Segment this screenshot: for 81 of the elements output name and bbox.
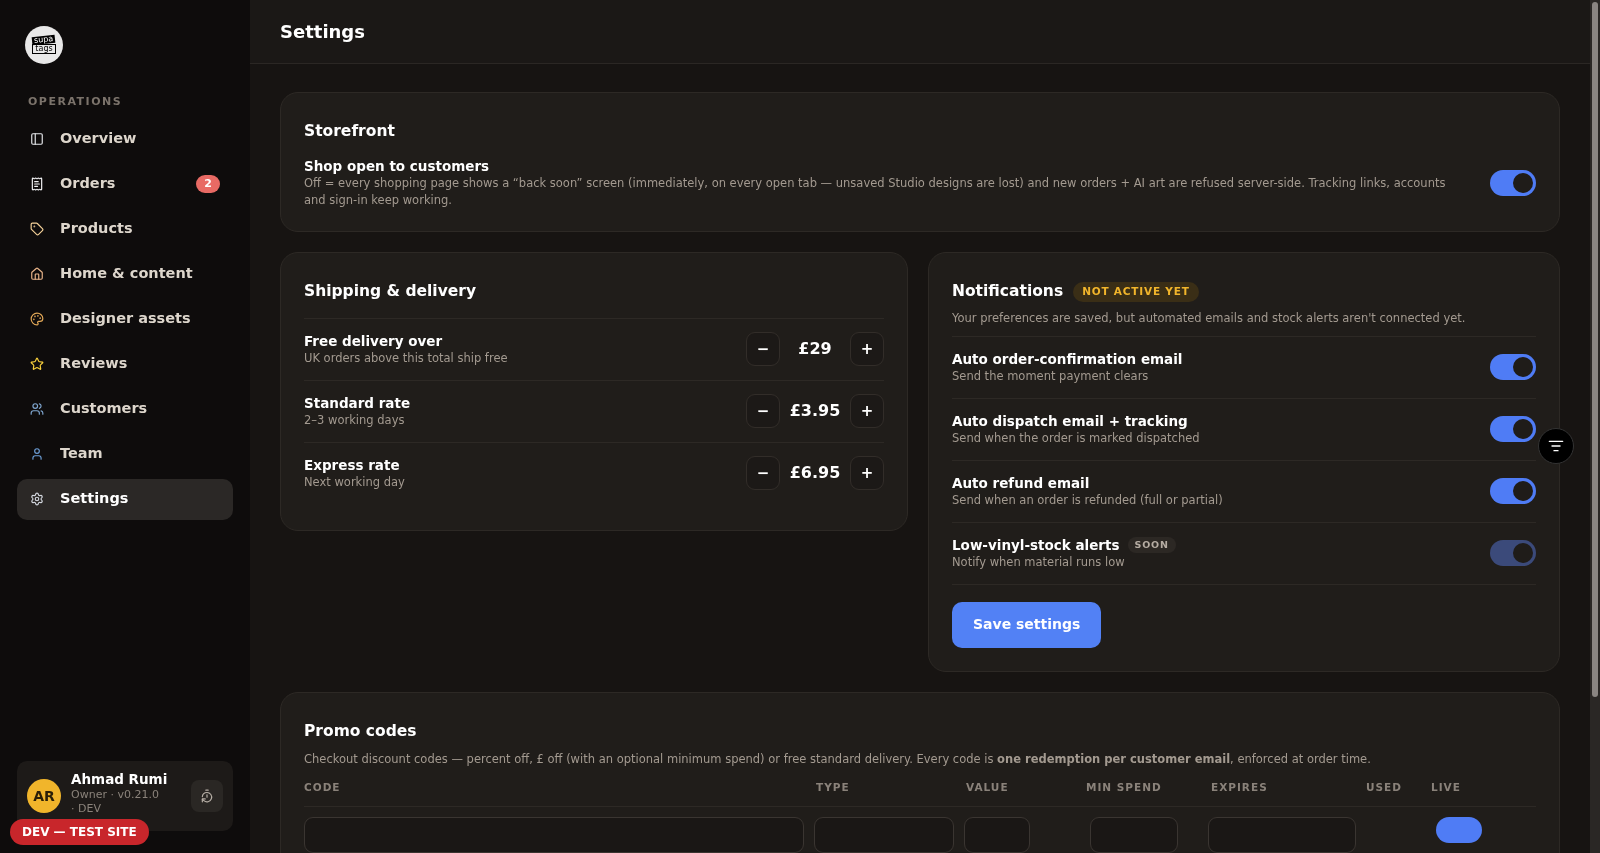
min-spend-field[interactable]: [1090, 817, 1178, 853]
rate-description: UK orders above this total ship free: [304, 349, 509, 367]
rate-value: £3.95: [788, 400, 842, 422]
section-label: OPERATIONS: [28, 94, 124, 110]
filter-icon: [1548, 438, 1564, 454]
sidebar-item[interactable]: Products: [17, 208, 233, 250]
users-icon: [30, 402, 44, 416]
brand-logo[interactable]: supa tags: [25, 26, 63, 64]
column-header: CODE: [304, 780, 342, 796]
card-description: Your preferences are saved, but automated emails and stock alerts aren't connected yet.: [952, 309, 1536, 337]
scrollbar[interactable]: [1590, 0, 1600, 853]
decrement-button[interactable]: −: [746, 332, 780, 366]
palette-icon: [30, 312, 44, 326]
notification-description: Notify when material runs low: [952, 553, 1126, 571]
notification-description: Send when the order is marked dispatched: [952, 429, 1201, 447]
rate-value: £6.95: [788, 462, 842, 484]
rate-value: £29: [797, 338, 833, 360]
filter-button[interactable]: [1538, 428, 1574, 464]
rate-description: Next working day: [304, 473, 406, 491]
user-role: Owner · v0.21.0 · DEV: [71, 787, 160, 816]
card-description: Checkout discount codes — percent off, £ off (with an optional minimum spend) or free standard delivery. Every code is one redemption per customer email, enforced at order time.: [304, 751, 1372, 768]
column-header: TYPE: [816, 780, 851, 796]
notification-label: Auto refund email: [952, 473, 1090, 492]
panel-icon: [30, 132, 44, 146]
sidebar-item[interactable]: Overview: [17, 118, 233, 160]
user-icon: [30, 447, 44, 461]
sidebar-item[interactable]: Orders 2: [17, 163, 233, 205]
value-field[interactable]: [964, 817, 1030, 853]
increment-button[interactable]: +: [850, 456, 884, 490]
notification-label: Auto dispatch email + tracking: [952, 411, 1188, 430]
rate-label: Standard rate: [304, 393, 412, 412]
rate-description: 2–3 working days: [304, 411, 406, 429]
setting-description: Off = every shopping page shows a “back soon” screen (immediately, on every open tab — unsaved Studio designs are lost) and new orders + AI art are refused server-side. Tracking links, accounts and sign-in keep working.: [304, 175, 1447, 210]
house-icon: [30, 267, 44, 281]
user-avatar: AR: [27, 779, 61, 813]
card-title: Storefront: [304, 121, 396, 142]
increment-button[interactable]: +: [850, 332, 884, 366]
notification-label: Low-vinyl-stock alerts: [952, 535, 1120, 554]
save-settings-button[interactable]: Save settings: [952, 601, 1102, 648]
live-toggle[interactable]: [1436, 817, 1482, 843]
notification-description: Send the moment payment clears: [952, 367, 1150, 385]
page-title: Settings: [280, 20, 365, 44]
toggle-switch[interactable]: [1490, 354, 1536, 381]
card-title: Notifications: [952, 281, 1064, 303]
sidebar-item[interactable]: Settings: [17, 478, 233, 520]
gear-icon: [30, 492, 44, 506]
column-header: LIVE: [1431, 780, 1462, 796]
notification-description: Send when an order is refunded (full or partial): [952, 491, 1224, 509]
code-field[interactable]: [304, 817, 804, 853]
environment-badge: DEV — TEST SITE: [10, 819, 149, 845]
expires-field[interactable]: [1208, 817, 1356, 853]
receipt-icon: [30, 177, 44, 191]
decrement-button[interactable]: −: [746, 456, 780, 490]
sidebar-item[interactable]: Designer assets: [17, 298, 233, 340]
sidebar-item[interactable]: Customers: [17, 388, 233, 430]
setting-label: Shop open to customers: [304, 157, 491, 176]
card-title: Shipping & delivery: [304, 280, 884, 319]
reset-button[interactable]: [191, 780, 223, 812]
soon-tag: SOON: [1127, 536, 1176, 553]
column-header: MIN SPEND: [1086, 780, 1163, 796]
timer-icon: [200, 789, 214, 803]
rate-label: Express rate: [304, 455, 401, 474]
star-icon: [30, 357, 44, 371]
tag-icon: [30, 222, 44, 236]
toggle-switch[interactable]: [1490, 478, 1536, 505]
increment-button[interactable]: +: [850, 394, 884, 428]
status-badge: NOT ACTIVE YET: [1073, 282, 1199, 302]
column-header: VALUE: [966, 780, 1010, 796]
toggle-switch[interactable]: [1490, 416, 1536, 443]
toggle-switch[interactable]: [1490, 170, 1536, 197]
column-header: USED: [1366, 780, 1403, 796]
column-header: EXPIRES: [1211, 780, 1269, 796]
sidebar-item[interactable]: Home & content: [17, 253, 233, 295]
user-name: Ahmad Rumi: [71, 770, 169, 788]
card-title: Promo codes: [304, 720, 418, 742]
notification-label: Auto order-confirmation email: [952, 349, 1183, 368]
decrement-button[interactable]: −: [746, 394, 780, 428]
rate-label: Free delivery over: [304, 331, 444, 350]
sidebar-item[interactable]: Team: [17, 433, 233, 475]
count-badge: 2: [196, 174, 220, 194]
sidebar-item[interactable]: Reviews: [17, 343, 233, 385]
